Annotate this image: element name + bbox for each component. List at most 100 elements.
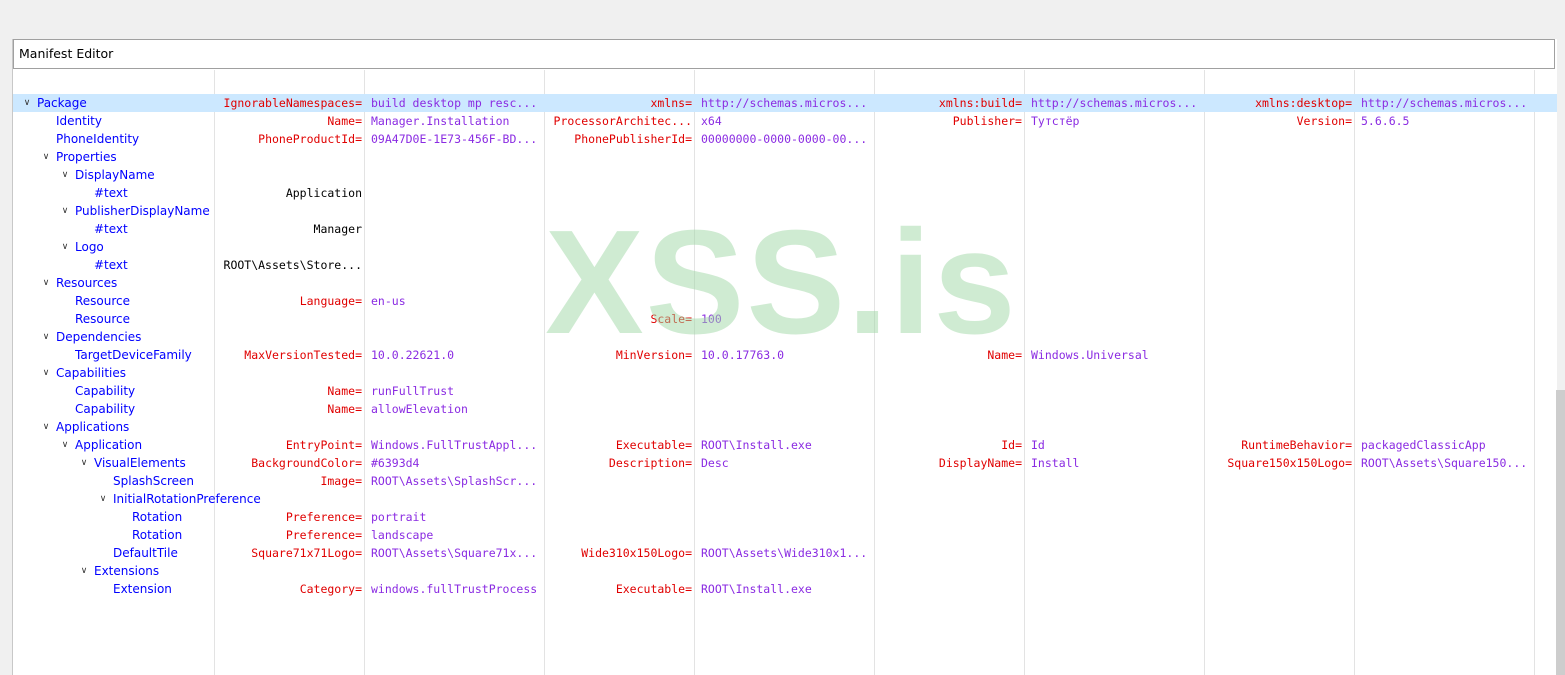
tree-row[interactable]: Resource Language= en-us [13, 292, 1557, 310]
tree-node-label[interactable]: VisualElements [94, 454, 186, 472]
tree-row[interactable]: ∨ Package IgnorableNamespaces= build deskto… [13, 94, 1557, 112]
attribute-value[interactable]: 100 [701, 310, 873, 328]
tree-row[interactable]: ∨ Applications [13, 418, 1557, 436]
attribute-value[interactable]: Windows.FullTrustAppl... [371, 436, 543, 454]
tree-node-label[interactable]: Rotation [132, 508, 182, 526]
attribute-value[interactable]: ROOT\Assets\Square71x... [371, 544, 543, 562]
tree-node-label[interactable]: TargetDeviceFamily [75, 346, 192, 364]
tree-row[interactable]: Rotation Preference= portrait [13, 508, 1557, 526]
attribute-value[interactable]: runFullTrust [371, 382, 543, 400]
tree-row[interactable]: Resource Scale= 100 [13, 310, 1557, 328]
attribute-value[interactable]: x64 [701, 112, 873, 130]
attribute-value[interactable]: ROOT\Install.exe [701, 436, 873, 454]
tree-node-label[interactable]: #text [94, 256, 128, 274]
tree-node-label[interactable]: DisplayName [75, 166, 155, 184]
attribute-value[interactable]: ROOT\Assets\SplashScr... [371, 472, 543, 490]
tree-row[interactable]: ∨ DisplayName [13, 166, 1557, 184]
attribute-value[interactable]: Windows.Universal [1031, 346, 1203, 364]
tree-node-label[interactable]: Applications [56, 418, 129, 436]
tree-row[interactable]: SplashScreen Image= ROOT\Assets\SplashScr.… [13, 472, 1557, 490]
tree-row[interactable]: ∨ Capabilities [13, 364, 1557, 382]
attribute-value[interactable]: Тутстёр [1031, 112, 1203, 130]
expand-chevron-icon[interactable]: ∨ [40, 328, 52, 346]
tree-node-label[interactable]: PublisherDisplayName [75, 202, 210, 220]
tree-node-label[interactable]: Application [75, 436, 142, 454]
expand-chevron-icon[interactable]: ∨ [59, 166, 71, 184]
tree-node-label[interactable]: Capability [75, 400, 135, 418]
expand-chevron-icon[interactable]: ∨ [59, 436, 71, 454]
tree-node-label[interactable]: Extension [113, 580, 172, 598]
attribute-value[interactable]: #6393d4 [371, 454, 543, 472]
tree-node-label[interactable]: Identity [56, 112, 102, 130]
expand-chevron-icon[interactable]: ∨ [40, 148, 52, 166]
attribute-value[interactable]: 09A47D0E-1E73-456F-BD... [371, 130, 543, 148]
tree-row[interactable]: #text Application [13, 184, 1557, 202]
tree-node-label[interactable]: SplashScreen [113, 472, 194, 490]
attribute-value[interactable]: portrait [371, 508, 543, 526]
attribute-value[interactable]: packagedClassicApp [1361, 436, 1533, 454]
tree-row[interactable]: Capability Name= runFullTrust [13, 382, 1557, 400]
attribute-value[interactable]: allowElevation [371, 400, 543, 418]
tree-row[interactable]: PhoneIdentity PhoneProductId= 09A47D0E-1E7… [13, 130, 1557, 148]
tree-node-label[interactable]: Resource [75, 310, 130, 328]
tree-row[interactable]: ∨ VisualElements BackgroundColor= #6393d4 De… [13, 454, 1557, 472]
tree-node-label[interactable]: InitialRotationPreference [113, 490, 261, 508]
attribute-value[interactable]: 00000000-0000-0000-00... [701, 130, 873, 148]
tree-node-label[interactable]: Extensions [94, 562, 159, 580]
attribute-value[interactable]: Install [1031, 454, 1203, 472]
tree-node-label[interactable]: Capability [75, 382, 135, 400]
tree-node-label[interactable]: Package [37, 94, 87, 112]
expand-chevron-icon[interactable]: ∨ [59, 238, 71, 256]
tree-node-label[interactable]: Resource [75, 292, 130, 310]
tree-row[interactable]: ∨ Extensions [13, 562, 1557, 580]
tree-row[interactable]: ∨ Properties [13, 148, 1557, 166]
tree-row[interactable]: ∨ Application EntryPoint= Windows.FullTrust… [13, 436, 1557, 454]
tree-row[interactable]: #text ROOT\Assets\Store... [13, 256, 1557, 274]
attribute-value[interactable]: http://schemas.micros... [1031, 94, 1203, 112]
tree-node-label[interactable]: Properties [56, 148, 117, 166]
attribute-value[interactable]: windows.fullTrustProcess [371, 580, 543, 598]
expand-chevron-icon[interactable]: ∨ [40, 274, 52, 292]
attribute-value[interactable]: Id [1031, 436, 1203, 454]
tree-node-label[interactable]: Resources [56, 274, 117, 292]
attribute-value[interactable]: 10.0.22621.0 [371, 346, 543, 364]
tree-node-label[interactable]: DefaultTile [113, 544, 178, 562]
attribute-value[interactable]: http://schemas.micros... [1361, 94, 1533, 112]
tree-row[interactable]: #text Manager [13, 220, 1557, 238]
tree-row[interactable]: Identity Name= Manager.Installation Process… [13, 112, 1557, 130]
attribute-value[interactable]: Desc [701, 454, 873, 472]
tree-node-label[interactable]: PhoneIdentity [56, 130, 139, 148]
vertical-scrollbar-thumb[interactable] [1556, 390, 1565, 675]
tree-node-label[interactable]: Rotation [132, 526, 182, 544]
attribute-value[interactable]: Manager.Installation [371, 112, 543, 130]
tree-node-label[interactable]: Dependencies [56, 328, 141, 346]
expand-chevron-icon[interactable]: ∨ [59, 202, 71, 220]
attribute-value[interactable]: build desktop mp resc... [371, 94, 543, 112]
expand-chevron-icon[interactable]: ∨ [78, 454, 90, 472]
expand-chevron-icon[interactable]: ∨ [97, 490, 109, 508]
tree-node-label[interactable]: #text [94, 184, 128, 202]
attribute-value[interactable]: ROOT\Assets\Wide310x1... [701, 544, 873, 562]
expand-chevron-icon[interactable]: ∨ [78, 562, 90, 580]
tree-row[interactable]: ∨ Logo [13, 238, 1557, 256]
attribute-value[interactable]: 5.6.6.5 [1361, 112, 1533, 130]
attribute-value[interactable]: ROOT\Assets\Square150... [1361, 454, 1533, 472]
tree-row[interactable]: TargetDeviceFamily MaxVersionTested= 10.0.… [13, 346, 1557, 364]
tree-row[interactable]: ∨ Resources [13, 274, 1557, 292]
attribute-value[interactable]: en-us [371, 292, 543, 310]
tree-node-label[interactable]: Logo [75, 238, 104, 256]
tree-node-label[interactable]: Capabilities [56, 364, 126, 382]
tree-row[interactable]: Rotation Preference= landscape [13, 526, 1557, 544]
tree-row[interactable]: Extension Category= windows.fullTrustProce… [13, 580, 1557, 598]
expand-chevron-icon[interactable]: ∨ [40, 364, 52, 382]
tree-row[interactable]: DefaultTile Square71x71Logo= ROOT\Assets\S… [13, 544, 1557, 562]
attribute-value[interactable]: 10.0.17763.0 [701, 346, 873, 364]
attribute-value[interactable]: ROOT\Install.exe [701, 580, 873, 598]
tree-row[interactable]: ∨ Dependencies [13, 328, 1557, 346]
tree-node-label[interactable]: #text [94, 220, 128, 238]
expand-chevron-icon[interactable]: ∨ [40, 418, 52, 436]
attribute-value[interactable]: http://schemas.micros... [701, 94, 873, 112]
expand-chevron-icon[interactable]: ∨ [21, 94, 33, 112]
tree-row[interactable]: ∨ PublisherDisplayName [13, 202, 1557, 220]
tree-row[interactable]: ∨ InitialRotationPreference [13, 490, 1557, 508]
